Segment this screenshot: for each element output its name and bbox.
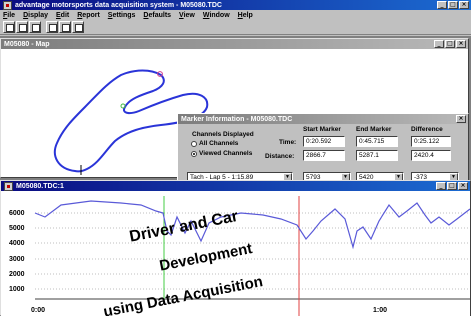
marker-dialog-title-bar[interactable]: Marker Information - M05080.TDC × <box>178 114 468 124</box>
minimize-icon[interactable]: _ <box>437 1 447 9</box>
time-difference-field[interactable]: 0:25.122 <box>411 136 451 147</box>
menu-display[interactable]: Display <box>23 12 48 19</box>
x-tick-label: 1:00 <box>373 307 387 314</box>
close-icon[interactable]: × <box>456 40 466 48</box>
graph-window-controls: _ □ × <box>436 182 468 190</box>
all-channels-radio[interactable] <box>191 141 197 147</box>
y-tick-label: 6000 <box>9 210 25 217</box>
close-icon[interactable]: × <box>456 115 466 123</box>
app-title: advantage motorsports data acquisition s… <box>15 1 222 9</box>
print-icon[interactable] <box>46 21 58 33</box>
map-title: M05080 - Map <box>4 40 50 48</box>
all-channels-label[interactable]: All Channels <box>199 140 238 147</box>
app-icon[interactable] <box>3 0 12 10</box>
menu-edit[interactable]: Edit <box>56 12 69 19</box>
tach-trace <box>34 200 471 250</box>
y-tick-label: 4000 <box>9 240 25 247</box>
distance-end-field[interactable]: 5287.1 <box>356 150 398 161</box>
menu-help[interactable]: Help <box>238 12 253 19</box>
channels-displayed-label: Channels Displayed <box>192 131 254 138</box>
maximize-icon[interactable]: □ <box>448 1 458 9</box>
help-icon[interactable] <box>59 21 71 33</box>
y-axis-labels: 6000 5000 4000 3000 2000 1000 <box>9 210 25 293</box>
y-tick-label: 5000 <box>9 225 25 232</box>
menu-view[interactable]: View <box>179 12 195 19</box>
viewed-channels-radio[interactable] <box>191 151 197 157</box>
end-marker-header: End Marker <box>356 126 392 133</box>
graph-window-icon <box>4 181 13 191</box>
graph-title-bar[interactable]: M05080.TDC:1 _ □ × <box>1 181 470 191</box>
app-window: advantage motorsports data acquisition s… <box>0 0 471 316</box>
menu-settings[interactable]: Settings <box>108 12 136 19</box>
map-window-controls: _ □ × <box>434 40 466 48</box>
time-start-field[interactable]: 0:20.592 <box>303 136 345 147</box>
x-axis-labels: 0:00 1:00 <box>31 307 387 314</box>
time-label: Time: <box>279 139 297 146</box>
x-tick-label: 0:00 <box>31 307 45 314</box>
menu-file[interactable]: File <box>3 12 15 19</box>
mdi-area: M05080 - Map _ □ × Marker Information - … <box>0 36 471 316</box>
start-marker-header: Start Marker <box>303 126 341 133</box>
marker-dialog-title: Marker Information - M05080.TDC <box>181 115 293 123</box>
save-icon[interactable] <box>29 21 41 33</box>
menu-report[interactable]: Report <box>77 12 100 19</box>
maximize-icon[interactable]: □ <box>447 182 457 190</box>
minimize-icon[interactable]: _ <box>434 40 444 48</box>
menu-bar: File Display Edit Report Settings Defaul… <box>0 10 471 20</box>
y-tick-label: 1000 <box>9 286 25 293</box>
y-tick-label: 2000 <box>9 271 25 278</box>
app-title-bar[interactable]: advantage motorsports data acquisition s… <box>0 0 471 10</box>
y-tick-label: 3000 <box>9 256 25 263</box>
time-end-field[interactable]: 0:45.715 <box>356 136 398 147</box>
new-icon[interactable] <box>3 21 15 33</box>
map-title-bar[interactable]: M05080 - Map _ □ × <box>1 39 468 49</box>
marker-dialog-controls: × <box>456 115 466 123</box>
close-icon[interactable]: × <box>459 1 469 9</box>
viewed-channels-label[interactable]: Viewed Channels <box>199 150 252 157</box>
distance-start-field[interactable]: 2866.7 <box>303 150 345 161</box>
toolbar <box>0 20 471 35</box>
window-controls: _ □ × <box>437 1 469 9</box>
menu-defaults[interactable]: Defaults <box>143 12 171 19</box>
distance-label: Distance: <box>265 153 295 160</box>
maximize-icon[interactable]: □ <box>445 40 455 48</box>
distance-difference-field[interactable]: 2420.4 <box>411 150 451 161</box>
close-icon[interactable]: × <box>458 182 468 190</box>
context-help-icon[interactable] <box>72 21 84 33</box>
open-icon[interactable] <box>16 21 28 33</box>
minimize-icon[interactable]: _ <box>436 182 446 190</box>
menu-window[interactable]: Window <box>203 12 230 19</box>
difference-header: Difference <box>411 126 443 133</box>
graph-title: M05080.TDC:1 <box>16 182 64 190</box>
